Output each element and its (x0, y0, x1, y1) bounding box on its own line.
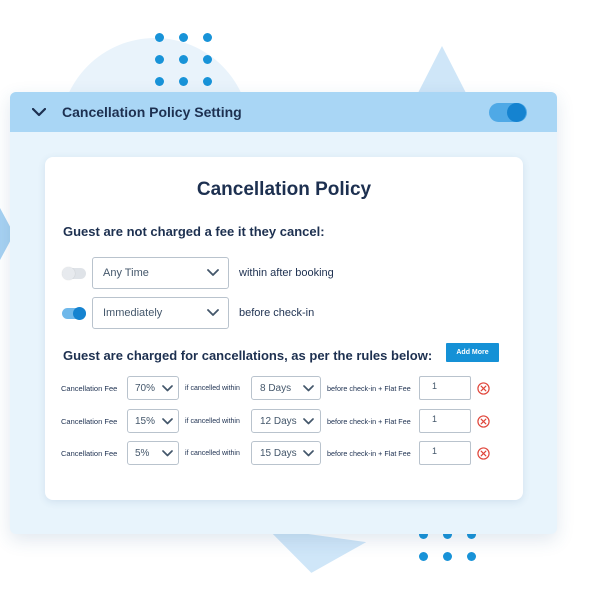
if-cancelled-text: if cancelled within (185, 384, 240, 392)
fee-label: Cancellation Fee (61, 448, 118, 458)
flat-fee-input[interactable]: 1 (419, 441, 471, 465)
fee-rule-row: Cancellation Fee 15% if cancelled within… (61, 409, 490, 433)
dot-grid-top (155, 33, 212, 86)
timing-select[interactable]: Any Time (92, 257, 229, 289)
fee-label: Cancellation Fee (61, 383, 118, 393)
free-rule-row: Any Time within after booking (62, 257, 334, 289)
free-rule-suffix: before check-in (239, 307, 315, 319)
policy-enabled-toggle[interactable] (489, 103, 527, 122)
days-value: 15 Days (260, 447, 297, 459)
fee-rule-row: Cancellation Fee 5% if cancelled within … (61, 441, 490, 465)
fee-label: Cancellation Fee (61, 416, 118, 426)
free-rule-suffix: within after booking (239, 267, 334, 279)
chevron-down-icon (162, 384, 173, 391)
chevron-down-icon (303, 417, 314, 424)
add-more-button[interactable]: Add More (446, 343, 499, 362)
fee-percent-value: 15% (135, 415, 156, 427)
remove-circle-icon[interactable] (477, 381, 490, 395)
timing-select[interactable]: Immediately (92, 297, 229, 329)
chevron-down-icon (303, 384, 314, 391)
if-cancelled-text: if cancelled within (185, 417, 240, 425)
fee-percent-select[interactable]: 70% (127, 376, 179, 400)
flat-fee-input[interactable]: 1 (419, 376, 471, 400)
chevron-down-icon (207, 269, 219, 276)
days-select[interactable]: 8 Days (251, 376, 321, 400)
card-title: Cancellation Policy (196, 179, 372, 200)
chevron-down-icon[interactable] (28, 102, 50, 122)
fee-percent-value: 70% (135, 382, 156, 394)
chevron-down-icon (162, 449, 173, 456)
timing-select-value: Immediately (103, 307, 163, 319)
before-checkin-text: before check-in + Flat Fee (327, 383, 411, 393)
fee-percent-value: 5% (135, 447, 150, 459)
remove-circle-icon[interactable] (477, 446, 490, 460)
before-checkin-text: before check-in + Flat Fee (327, 416, 411, 426)
flat-fee-input[interactable]: 1 (419, 409, 471, 433)
policy-card: Cancellation Policy Guest are not charge… (45, 157, 523, 500)
background-triangle (261, 528, 367, 580)
free-cancellation-heading: Guest are not charged a fee it they canc… (63, 224, 325, 239)
fee-rule-row: Cancellation Fee 70% if cancelled within… (61, 376, 490, 400)
free-rule-toggle[interactable] (62, 266, 86, 280)
days-select[interactable]: 15 Days (251, 441, 321, 465)
remove-circle-icon[interactable] (477, 414, 490, 428)
if-cancelled-text: if cancelled within (185, 449, 240, 457)
days-value: 8 Days (260, 382, 292, 394)
before-checkin-text: before check-in + Flat Fee (327, 448, 411, 458)
fee-percent-select[interactable]: 15% (127, 409, 179, 433)
days-value: 12 Days (260, 415, 297, 427)
panel-header[interactable]: Cancellation Policy Setting (10, 92, 557, 132)
panel-title: Cancellation Policy Setting (62, 104, 242, 120)
fee-percent-select[interactable]: 5% (127, 441, 179, 465)
chevron-down-icon (162, 417, 173, 424)
chevron-down-icon (207, 309, 219, 316)
chevron-down-icon (303, 449, 314, 456)
days-select[interactable]: 12 Days (251, 409, 321, 433)
cancellation-policy-panel: Cancellation Policy Setting Cancellation… (10, 92, 557, 534)
free-rule-row: Immediately before check-in (62, 297, 314, 329)
charged-cancellation-heading: Guest are charged for cancellations, as … (63, 348, 433, 363)
timing-select-value: Any Time (103, 267, 149, 279)
free-rule-toggle[interactable] (62, 306, 86, 320)
